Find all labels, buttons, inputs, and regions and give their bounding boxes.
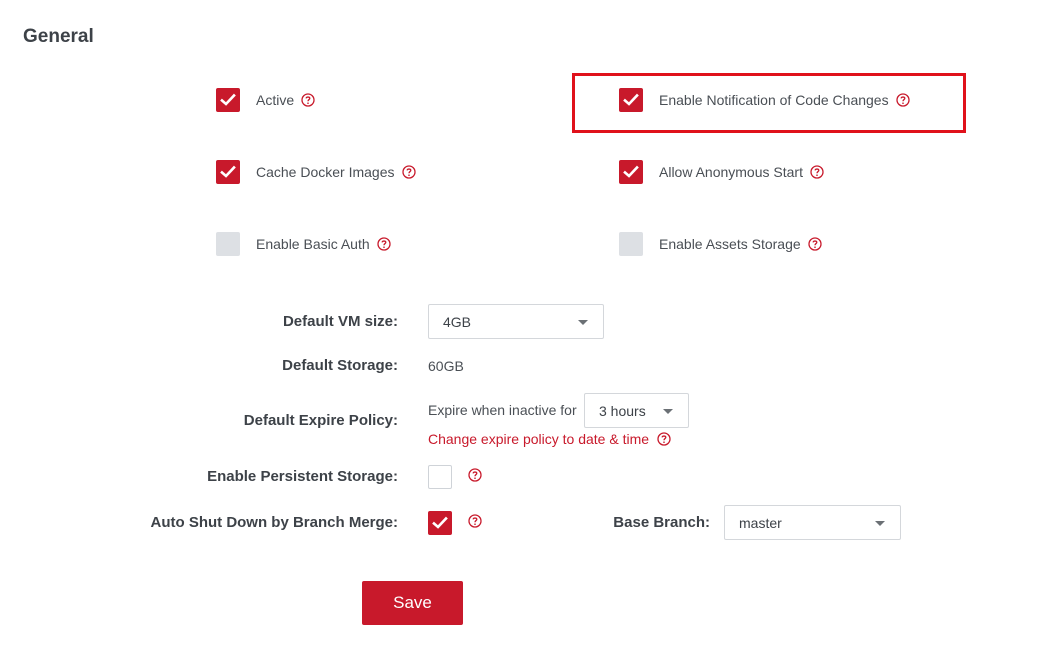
vm-size-select[interactable]: 4GB — [428, 304, 604, 339]
option-cache-docker[interactable]: Cache Docker Images — [216, 160, 416, 184]
base-branch-select[interactable]: master — [724, 505, 901, 540]
auto-shutdown-checkbox[interactable] — [428, 511, 452, 535]
assets-storage-label: Enable Assets Storage — [659, 236, 801, 252]
expire-duration-value: 3 hours — [599, 402, 646, 419]
anonymous-start-checkbox[interactable] — [619, 160, 643, 184]
persistent-storage-checkbox[interactable] — [428, 465, 452, 489]
checkmark-icon — [220, 93, 236, 106]
settings-page: General Active Enable Notification of Co… — [0, 0, 1053, 647]
persistent-storage-label: Enable Persistent Storage: — [207, 468, 398, 485]
expire-duration-select[interactable]: 3 hours — [584, 393, 689, 428]
base-branch-label: Base Branch: — [613, 514, 710, 531]
question-circle-icon[interactable] — [468, 468, 482, 482]
change-expire-policy-text[interactable]: Change expire policy to date & time — [428, 431, 649, 447]
vm-size-label: Default VM size: — [282, 313, 398, 330]
question-circle-icon[interactable] — [401, 165, 416, 179]
storage-value: 60GB — [428, 358, 464, 374]
checkmark-icon — [432, 516, 448, 529]
save-button[interactable]: Save — [362, 581, 463, 625]
cache-docker-checkbox[interactable] — [216, 160, 240, 184]
anonymous-start-label: Allow Anonymous Start — [659, 164, 803, 180]
question-circle-icon[interactable] — [810, 165, 824, 179]
basic-auth-checkbox[interactable] — [216, 232, 240, 256]
question-circle-icon[interactable] — [468, 514, 482, 528]
change-expire-policy-link[interactable]: Change expire policy to date & time — [428, 431, 671, 447]
auto-shutdown-label: Auto Shut Down by Branch Merge: — [150, 514, 399, 531]
notify-code-changes-checkbox[interactable] — [619, 88, 643, 112]
active-checkbox[interactable] — [216, 88, 240, 112]
option-anonymous-start[interactable]: Allow Anonymous Start — [619, 160, 824, 184]
checkmark-icon — [220, 165, 236, 178]
option-notify-code-changes[interactable]: Enable Notification of Code Changes — [619, 88, 910, 112]
option-basic-auth[interactable]: Enable Basic Auth — [216, 232, 391, 256]
option-active[interactable]: Active — [216, 88, 315, 112]
caret-down-icon — [663, 409, 673, 414]
caret-down-icon — [578, 320, 588, 325]
cache-docker-label: Cache Docker Images — [256, 164, 395, 180]
assets-storage-checkbox[interactable] — [619, 232, 643, 256]
basic-auth-label: Enable Basic Auth — [256, 236, 370, 252]
question-circle-icon[interactable] — [657, 432, 671, 446]
checkmark-icon — [623, 165, 639, 178]
caret-down-icon — [875, 521, 885, 526]
checkmark-icon — [623, 93, 639, 106]
option-assets-storage[interactable]: Enable Assets Storage — [619, 232, 822, 256]
storage-label: Default Storage: — [282, 357, 398, 374]
section-title: General — [23, 26, 94, 47]
base-branch-value: master — [739, 514, 782, 531]
expire-policy-label: Default Expire Policy: — [243, 412, 398, 429]
question-circle-icon[interactable] — [301, 93, 315, 107]
question-circle-icon[interactable] — [808, 237, 822, 251]
vm-size-value: 4GB — [443, 313, 472, 330]
question-circle-icon[interactable] — [376, 237, 391, 251]
expire-prefix-text: Expire when inactive for — [428, 402, 577, 418]
question-circle-icon[interactable] — [895, 93, 910, 107]
notify-code-changes-label: Enable Notification of Code Changes — [659, 92, 889, 108]
active-label: Active — [256, 92, 295, 108]
